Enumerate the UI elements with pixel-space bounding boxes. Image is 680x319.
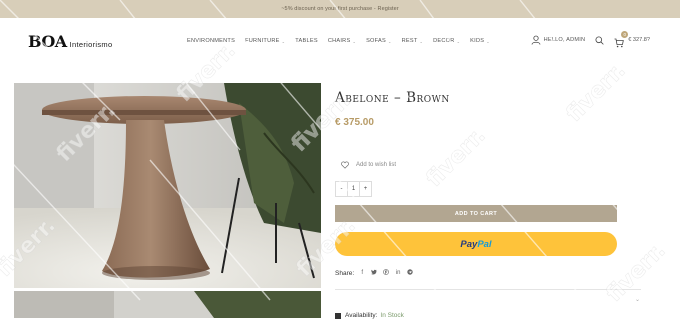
- facebook-icon[interactable]: f: [359, 270, 365, 276]
- chevron-down-icon: ⌄: [387, 38, 392, 44]
- paypal-logo: PayPal: [460, 239, 491, 250]
- announcement-bar[interactable]: ~5% discount on your first purchase - Re…: [0, 0, 680, 18]
- chevron-down-icon: ⌄: [352, 38, 357, 44]
- nav-item-chairs[interactable]: CHAIRS ⌄: [328, 38, 356, 44]
- telegram-icon[interactable]: [407, 269, 413, 277]
- nav-label: DECOR: [433, 38, 455, 44]
- wishlist-button[interactable]: Add to wish list: [341, 161, 396, 169]
- nav-label: REST: [401, 38, 418, 44]
- search-icon[interactable]: [595, 35, 604, 45]
- pinterest-icon[interactable]: [383, 269, 390, 277]
- header-actions: HELLO, ADMIN 0 € 327.8?: [531, 31, 650, 48]
- quantity-input[interactable]: 1: [347, 182, 360, 196]
- nav-label: SOFAS: [366, 38, 386, 44]
- quantity-stepper[interactable]: - 1 +: [335, 181, 372, 197]
- announcement-text[interactable]: ~5% discount on your first purchase - Re…: [281, 6, 399, 12]
- chevron-down-icon[interactable]: ⌄: [635, 296, 640, 303]
- main-nav: ENVIRONMENTS FURNITURE ⌄ TABLES CHAIRS ⌄ S…: [187, 38, 500, 44]
- section-divider: [335, 289, 641, 290]
- heart-icon: [341, 161, 349, 169]
- site-header: BOA Interiorismo ENVIRONMENTS FURNITURE ⌄…: [0, 18, 680, 66]
- cart-total[interactable]: € 327.8?: [628, 37, 650, 43]
- quantity-increase-button[interactable]: +: [360, 182, 371, 196]
- product-photo-secondary: [14, 291, 321, 318]
- twitter-icon[interactable]: [371, 269, 377, 277]
- logo-mark: BOA: [28, 32, 67, 51]
- share-row: Share: f in: [335, 269, 419, 277]
- account-link[interactable]: HELLO, ADMIN: [544, 37, 586, 43]
- quantity-decrease-button[interactable]: -: [336, 182, 347, 196]
- add-to-cart-button[interactable]: ADD TO CART: [335, 205, 617, 222]
- logo-name: Interiorismo: [69, 40, 113, 49]
- paypal-button[interactable]: PayPal: [335, 232, 617, 256]
- cart-count-badge: 0: [621, 31, 629, 38]
- nav-label: CHAIRS: [327, 38, 351, 44]
- product-photo: [14, 83, 321, 288]
- cart-button[interactable]: 0: [614, 31, 629, 48]
- add-to-cart-label: ADD TO CART: [454, 210, 498, 217]
- product-image-main[interactable]: [14, 83, 321, 288]
- chevron-down-icon: ⌄: [456, 38, 461, 44]
- user-icon[interactable]: [531, 35, 541, 45]
- nav-label: FURNITURE: [245, 38, 280, 44]
- nav-item-kids[interactable]: KIDS ⌄: [470, 38, 490, 44]
- nav-item-rest[interactable]: REST ⌄: [402, 38, 424, 44]
- linkedin-icon[interactable]: in: [395, 270, 401, 276]
- cart-icon: [614, 38, 625, 48]
- logo[interactable]: BOA Interiorismo: [28, 32, 112, 51]
- nav-item-furniture[interactable]: FURNITURE ⌄: [245, 38, 285, 44]
- product-image-secondary[interactable]: [14, 291, 321, 318]
- nav-item-decor[interactable]: DECOR ⌄: [433, 38, 460, 44]
- watermark-text: fiverr.: [421, 123, 491, 193]
- chevron-down-icon: ⌄: [281, 38, 286, 44]
- wishlist-label: Add to wish list: [356, 162, 397, 168]
- paypal-logo-pal: Pal: [477, 238, 492, 250]
- chevron-down-icon: ⌄: [486, 38, 490, 44]
- nav-label: ENVIRONMENTS: [187, 38, 236, 44]
- chevron-down-icon: ⌄: [419, 38, 424, 44]
- nav-item-tables[interactable]: TABLES: [295, 38, 318, 44]
- nav-item-sofas[interactable]: SOFAS ⌄: [366, 38, 392, 44]
- nav-label: TABLES: [295, 38, 318, 44]
- product-price: € 375.00: [335, 117, 374, 128]
- product-title: Abelone – Brown: [335, 90, 450, 106]
- nav-item-environments[interactable]: ENVIRONMENTS: [187, 38, 235, 44]
- watermark-text: fiverr.: [561, 58, 631, 128]
- nav-label: KIDS: [470, 38, 485, 44]
- share-label: Share:: [335, 269, 355, 277]
- paypal-logo-pay: Pay: [460, 238, 478, 250]
